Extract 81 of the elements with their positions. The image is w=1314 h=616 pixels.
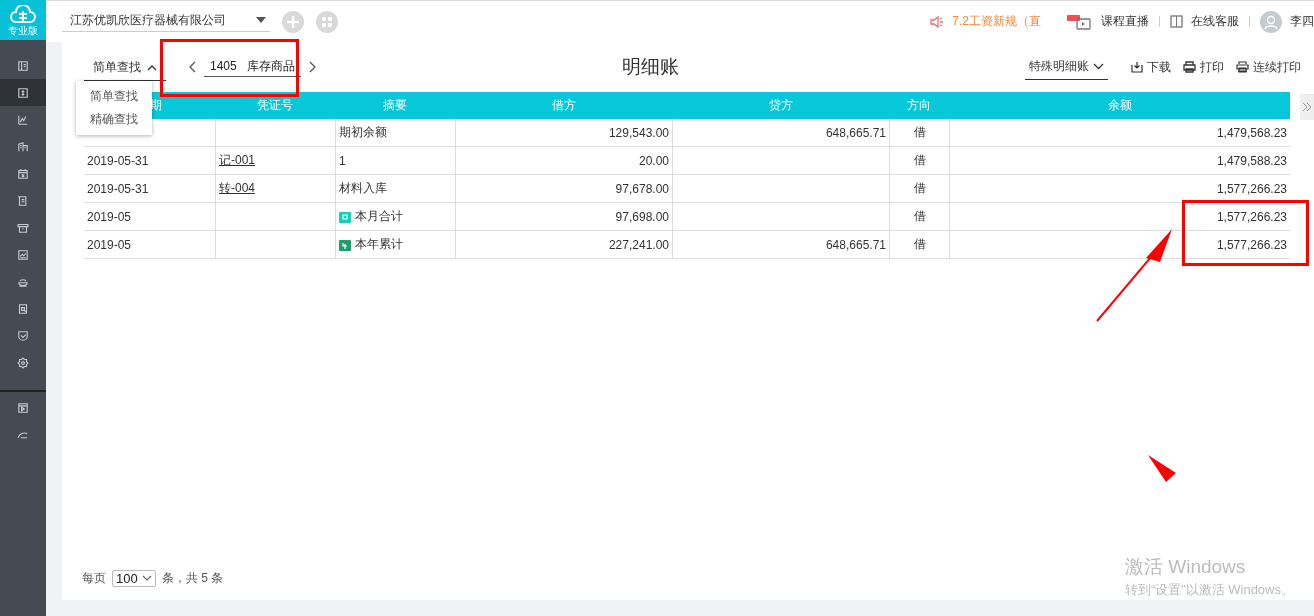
table-cell: 1,577,266.23 xyxy=(1216,237,1287,252)
table-cell: 1,479,588.23 xyxy=(1216,153,1287,168)
nav-icon xyxy=(16,301,30,316)
chevron-down-icon xyxy=(1093,63,1104,70)
edition-label: 专业版 xyxy=(8,24,38,36)
column-header: 余额 xyxy=(1107,98,1132,112)
next-icon[interactable] xyxy=(308,61,317,73)
table-cell: 借 xyxy=(913,236,926,253)
page-size-select[interactable]: 100 xyxy=(112,569,156,587)
chevron-up-icon xyxy=(147,64,157,71)
activation-text: 转到“设置”以激活 Windows。 xyxy=(1125,581,1294,599)
arrowhead-mark xyxy=(1148,455,1176,482)
table-cell: 借 xyxy=(913,152,926,169)
table-cell: 1,479,568.23 xyxy=(1216,125,1287,140)
cloud-icon xyxy=(10,4,36,25)
book-icon xyxy=(1170,15,1183,28)
download-icon xyxy=(1131,61,1143,73)
company-select[interactable]: 江苏优凯欣医疗器械有限公司 xyxy=(62,11,270,32)
sidebar-item[interactable] xyxy=(0,79,46,106)
column-header: 期 xyxy=(150,98,162,112)
nav-icon xyxy=(16,328,30,343)
table-cell: 期初余额 xyxy=(339,124,387,141)
calendar-icon xyxy=(339,238,351,251)
table-cell: 227,241.00 xyxy=(608,237,669,252)
caret-icon xyxy=(256,17,266,23)
column-header: 摘要 xyxy=(383,98,407,112)
table-cell: 借 xyxy=(913,180,926,197)
menu-item[interactable]: 简单查找 xyxy=(76,85,152,108)
table-cell: 20.00 xyxy=(638,153,669,168)
table-cell: 本年累计 xyxy=(355,236,403,253)
table-cell: 129,543.00 xyxy=(608,125,669,140)
nav-icon xyxy=(16,400,30,415)
printer-icon xyxy=(1183,61,1196,73)
table-cell: 借 xyxy=(913,208,926,225)
page-title: 明细账 xyxy=(622,55,680,79)
toolbar-button[interactable]: 连续打印 xyxy=(1233,56,1304,78)
table-cell: 2019-05 xyxy=(87,237,132,252)
table-cell: 本月合计 xyxy=(355,208,403,225)
table-cell: 1,577,266.23 xyxy=(1216,181,1287,196)
chevron-down-icon xyxy=(142,575,152,581)
calendar-icon xyxy=(339,210,351,223)
column-header: 借方 xyxy=(551,98,576,112)
special-ledger-dropdown[interactable]: 特殊明细账 xyxy=(1025,54,1108,80)
column-header: 贷方 xyxy=(768,98,793,112)
account-selector[interactable]: 1405 库存商品 xyxy=(204,57,301,77)
table-cell: 648,665.71 xyxy=(825,125,886,140)
per-page-label: 每页 xyxy=(82,569,106,587)
table-cell: 648,665.71 xyxy=(825,237,886,252)
nav-icon xyxy=(16,247,30,262)
new-video-icon xyxy=(1067,13,1093,30)
voucher-link[interactable]: 转-004 xyxy=(219,180,256,197)
table-cell: 2019-05-31 xyxy=(87,181,149,196)
double-chevron-icon xyxy=(1302,102,1312,112)
collapse-button[interactable] xyxy=(1300,94,1314,120)
header-link[interactable]: 在线客服 xyxy=(1191,13,1239,30)
previous-icon[interactable] xyxy=(188,61,196,73)
voucher-link[interactable]: 记-001 xyxy=(219,152,256,169)
nav-icon xyxy=(16,58,30,73)
table-cell: 2019-05-31 xyxy=(87,153,149,168)
table-cell: 1,577,266.23 xyxy=(1216,209,1287,224)
nav-icon xyxy=(16,139,30,154)
table-cell: 借 xyxy=(913,124,926,141)
table-cell: 材料入库 xyxy=(339,180,387,197)
printer-icon xyxy=(1236,61,1249,73)
column-header: 方向 xyxy=(907,98,931,112)
toolbar-button[interactable]: 打印 xyxy=(1180,56,1227,78)
column-header: 凭证号 xyxy=(257,98,293,112)
table-cell: 1 xyxy=(339,153,346,168)
menu-item[interactable]: 精确查找 xyxy=(76,108,152,131)
table-cell: 2019-05 xyxy=(87,209,132,224)
nav-icon xyxy=(16,166,30,181)
table-cell: 97,678.00 xyxy=(615,181,669,196)
speaker-icon xyxy=(930,14,945,29)
header-link[interactable]: 课程直播 xyxy=(1101,13,1149,30)
nav-icon xyxy=(16,85,30,100)
nav-icon xyxy=(16,355,30,370)
record-count: 条，共 5 条 xyxy=(162,569,224,587)
toolbar-button[interactable]: 下载 xyxy=(1128,56,1174,78)
table-cell: 97,698.00 xyxy=(615,209,669,224)
activation-title: 激活 Windows xyxy=(1125,555,1247,579)
user-name[interactable]: 李四 xyxy=(1290,13,1314,30)
